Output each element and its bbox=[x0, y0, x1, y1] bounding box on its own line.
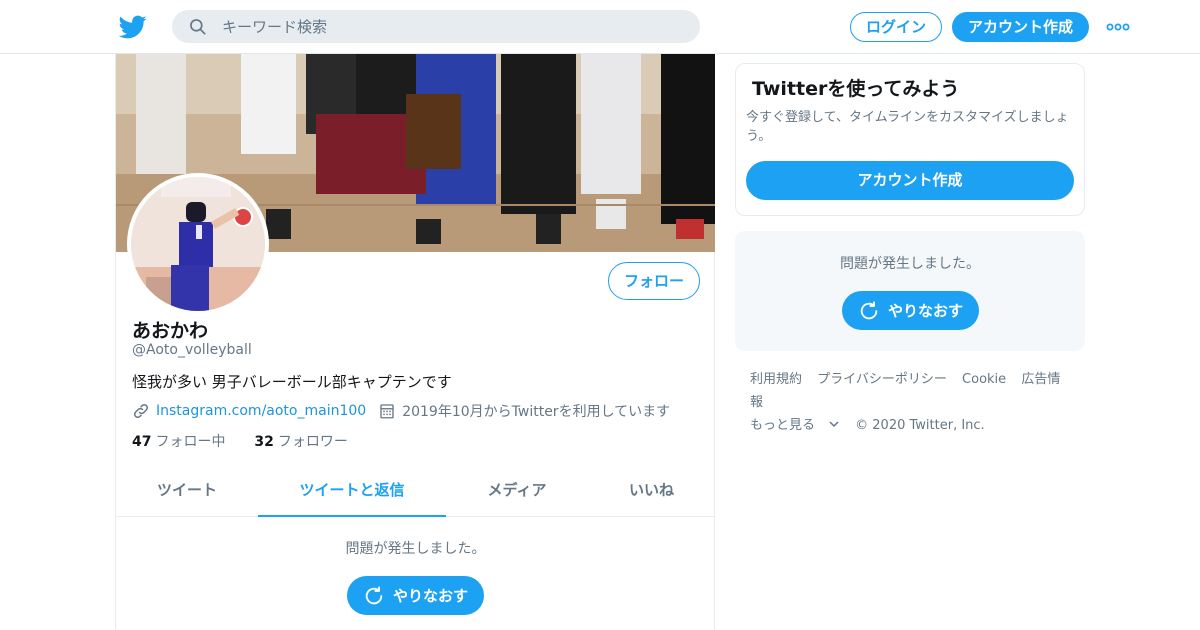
sidebar-retry-button[interactable]: やりなおす bbox=[842, 291, 979, 330]
follow-button[interactable]: フォロー bbox=[608, 262, 700, 300]
footer-more-label: もっと見る bbox=[750, 418, 816, 433]
link-icon bbox=[133, 403, 149, 419]
profile-website-link[interactable]: Instagram.com/aoto_main100 bbox=[156, 403, 366, 419]
profile-avatar[interactable] bbox=[127, 173, 269, 315]
followers-label: フォロワー bbox=[277, 434, 348, 450]
profile-bio: 怪我が多い 男子バレーボール部キャプテンです bbox=[132, 373, 452, 391]
following-count: 47 bbox=[132, 434, 152, 450]
followers-stat[interactable]: 32 フォロワー bbox=[254, 434, 347, 450]
footer-link-cookie[interactable]: Cookie bbox=[962, 372, 1006, 387]
timeline-retry-button[interactable]: やりなおす bbox=[347, 576, 484, 615]
sidebar-error-panel: 問題が発生しました。 やりなおす bbox=[735, 231, 1085, 351]
calendar-icon bbox=[380, 404, 394, 419]
profile-meta: Instagram.com/aoto_main100 2019年10月からTwi… bbox=[132, 401, 670, 421]
signup-promo-card: Twitterを使ってみよう 今すぐ登録して、タイムラインをカスタマイズしましょ… bbox=[735, 63, 1085, 216]
refresh-icon bbox=[365, 585, 383, 604]
followers-count: 32 bbox=[254, 434, 274, 450]
refresh-icon bbox=[860, 300, 878, 319]
footer-link-terms[interactable]: 利用規約 bbox=[750, 372, 802, 387]
search-input[interactable] bbox=[222, 10, 682, 43]
profile-column: フォロー あおかわ @Aoto_volleyball 怪我が多い 男子バレーボー… bbox=[115, 54, 715, 630]
promo-signup-button[interactable]: アカウント作成 bbox=[746, 161, 1074, 200]
search-icon bbox=[190, 19, 206, 35]
search-box[interactable] bbox=[172, 10, 700, 43]
chevron-down-icon bbox=[829, 421, 839, 428]
following-label: フォロー中 bbox=[155, 434, 226, 450]
promo-title: Twitterを使ってみよう bbox=[752, 78, 960, 100]
tab-tweets-and-replies[interactable]: ツイートと返信 bbox=[258, 470, 446, 517]
signup-button[interactable]: アカウント作成 bbox=[952, 12, 1089, 42]
following-stat[interactable]: 47 フォロー中 bbox=[132, 434, 225, 450]
profile-tabs: ツイート ツイートと返信 メディア いいね bbox=[116, 470, 715, 517]
tab-likes[interactable]: いいね bbox=[588, 470, 715, 517]
footer-copyright: © 2020 Twitter, Inc. bbox=[855, 418, 985, 433]
timeline-retry-label: やりなおす bbox=[392, 587, 468, 605]
profile-joined-date: 2019年10月からTwitterを利用しています bbox=[402, 404, 671, 420]
sidebar-error-text: 問題が発生しました。 bbox=[840, 256, 980, 272]
twitter-bird-logo-icon[interactable] bbox=[119, 13, 147, 41]
footer-more-button[interactable]: もっと見る bbox=[750, 418, 840, 433]
promo-text: 今すぐ登録して、タイムラインをカスタマイズしましょう。 bbox=[746, 110, 1069, 144]
footer-link-privacy[interactable]: プライバシーポリシー bbox=[817, 372, 947, 387]
top-navigation-bar: ログイン アカウント作成 bbox=[0, 0, 1200, 54]
sidebar-footer: 利用規約 プライバシーポリシー Cookie 広告情報 もっと見る © 2020… bbox=[750, 368, 1080, 437]
sidebar-retry-label: やりなおす bbox=[887, 302, 963, 320]
timeline-error-text: 問題が発生しました。 bbox=[345, 541, 486, 557]
profile-counts: 47 フォロー中 32 フォロワー bbox=[132, 431, 348, 451]
login-button[interactable]: ログイン bbox=[850, 12, 942, 42]
profile-handle[interactable]: @Aoto_volleyball bbox=[132, 342, 252, 358]
tab-media[interactable]: メディア bbox=[446, 470, 588, 517]
profile-display-name: あおかわ bbox=[132, 320, 209, 342]
tab-tweets[interactable]: ツイート bbox=[116, 470, 258, 517]
more-options-icon[interactable] bbox=[1106, 20, 1130, 34]
